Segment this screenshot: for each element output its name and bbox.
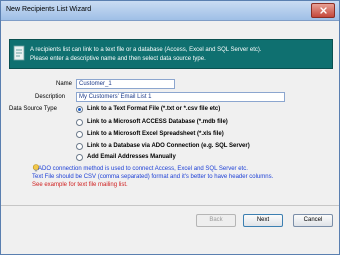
- option-manual-addresses[interactable]: Add Email Addresses Manually: [76, 152, 176, 162]
- close-icon: [319, 7, 327, 14]
- option-label: Add Email Addresses Manually: [87, 154, 176, 160]
- option-excel-spreadsheet[interactable]: Link to a Microsoft Excel Spreadsheet (*…: [76, 129, 224, 139]
- title-bar[interactable]: New Recipients List Wizard: [1, 1, 339, 21]
- name-label: Name: [56, 81, 73, 87]
- radio-button[interactable]: [76, 130, 83, 138]
- description-field[interactable]: My Customers' Email List 1: [76, 92, 285, 102]
- next-button[interactable]: Next: [243, 214, 283, 227]
- back-button[interactable]: Back: [196, 214, 236, 227]
- option-label: Link to a Microsoft ACCESS Database (*.m…: [87, 119, 228, 125]
- radio-button[interactable]: [76, 153, 83, 161]
- description-label: Description: [35, 94, 66, 100]
- name-field[interactable]: Customer_1: [76, 79, 175, 89]
- radio-button[interactable]: [76, 142, 83, 150]
- option-ado-connection[interactable]: Link to a Database via ADO Connection (e…: [76, 141, 250, 151]
- example-note: See example for text file mailing list.: [32, 182, 128, 188]
- wizard-window: New Recipients List Wizard A recipients …: [0, 0, 340, 255]
- info-banner: A recipients list can link to a text fil…: [9, 39, 333, 69]
- option-text-file[interactable]: Link to a Text Format File (*.txt or *.c…: [76, 104, 220, 114]
- radio-button[interactable]: [76, 118, 83, 126]
- radio-button-selected[interactable]: [76, 105, 83, 113]
- option-label: Link to a Text Format File (*.txt or *.c…: [87, 106, 221, 112]
- window-title: New Recipients List Wizard: [6, 6, 92, 13]
- banner-line-1: A recipients list can link to a text fil…: [30, 47, 262, 53]
- close-button[interactable]: [311, 3, 335, 18]
- data-source-label: Data Source Type: [9, 106, 57, 112]
- csv-note: Text File should be CSV (comma separated…: [32, 174, 274, 180]
- banner-line-2: Please enter a descriptive name and then…: [30, 56, 206, 62]
- option-access-database[interactable]: Link to a Microsoft ACCESS Database (*.m…: [76, 117, 228, 127]
- wizard-icon: [13, 45, 25, 61]
- separator: [1, 205, 339, 206]
- ado-note: ADO connection method is used to connect…: [38, 166, 248, 172]
- cancel-button[interactable]: Cancel: [293, 214, 333, 227]
- option-label: Link to a Database via ADO Connection (e…: [87, 143, 250, 149]
- option-label: Link to a Microsoft Excel Spreadsheet (*…: [87, 131, 224, 137]
